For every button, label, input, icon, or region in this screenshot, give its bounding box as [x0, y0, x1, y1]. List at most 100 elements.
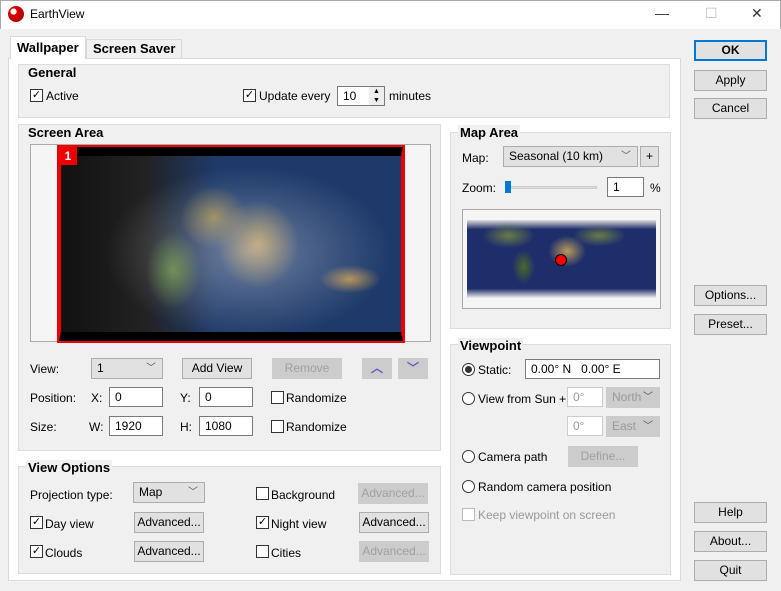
- map-label: Map:: [462, 151, 489, 165]
- keep-viewpoint-checkbox[interactable]: [462, 508, 475, 521]
- night-view-label: Night view: [271, 517, 327, 531]
- clouds-checkbox[interactable]: ✓: [30, 545, 43, 558]
- view-badge: 1: [59, 147, 77, 165]
- day-view-advanced-button[interactable]: Advanced...: [134, 512, 204, 533]
- cancel-button[interactable]: Cancel: [694, 98, 767, 119]
- viewpoint-marker[interactable]: [555, 254, 567, 266]
- define-camera-path-button[interactable]: Define...: [568, 446, 638, 467]
- view-value: 1: [97, 361, 104, 375]
- apply-button[interactable]: Apply: [694, 70, 767, 91]
- cities-checkbox[interactable]: [256, 545, 269, 558]
- projection-type-label: Projection type:: [30, 488, 113, 502]
- options-button[interactable]: Options...: [694, 285, 767, 306]
- chevron-up-icon: ︿: [370, 361, 383, 375]
- active-checkbox[interactable]: ✓: [30, 89, 43, 102]
- night-view-checkbox[interactable]: ✓: [256, 516, 269, 529]
- x-label: X:: [91, 391, 103, 405]
- map-area-title: Map Area: [458, 125, 521, 140]
- view-from-sun-radio[interactable]: [462, 392, 475, 405]
- add-map-button[interactable]: +: [640, 146, 659, 167]
- add-view-button[interactable]: Add View: [182, 358, 252, 379]
- zoom-input[interactable]: 1: [607, 177, 644, 197]
- maximize-button[interactable]: ☐: [705, 5, 718, 22]
- keep-viewpoint-label: Keep viewpoint on screen: [478, 508, 616, 522]
- cities-label: Cities: [271, 546, 302, 560]
- ok-button[interactable]: OK: [694, 40, 767, 61]
- cities-advanced-button[interactable]: Advanced...: [359, 541, 429, 562]
- zoom-unit: %: [650, 181, 661, 195]
- chevron-down-icon: ﹀: [643, 392, 653, 403]
- view-options-title: View Options: [26, 460, 113, 475]
- about-button[interactable]: About...: [694, 531, 767, 552]
- sun-latitude-input[interactable]: 0°: [567, 387, 603, 407]
- remove-view-button[interactable]: Remove: [272, 358, 342, 379]
- view-label: View:: [30, 362, 60, 376]
- day-view-label: Day view: [45, 517, 94, 531]
- clouds-label: Clouds: [45, 546, 83, 560]
- projection-value: Map: [139, 485, 163, 499]
- sun-longitude-input[interactable]: 0°: [567, 416, 603, 436]
- camera-path-radio[interactable]: [462, 450, 475, 463]
- update-every-checkbox[interactable]: ✓: [243, 89, 256, 102]
- position-x-input[interactable]: 0: [109, 387, 163, 407]
- zoom-label: Zoom:: [462, 181, 497, 195]
- screen-area-title: Screen Area: [26, 125, 106, 140]
- map-thumbnail[interactable]: [462, 209, 661, 309]
- chevron-down-icon: ﹀: [146, 363, 156, 374]
- tab-wallpaper[interactable]: Wallpaper: [10, 36, 86, 59]
- window-title: EarthView: [30, 7, 85, 21]
- static-radio[interactable]: [462, 363, 475, 376]
- background-advanced-button[interactable]: Advanced...: [358, 483, 428, 504]
- size-h-input[interactable]: 1080: [199, 416, 253, 436]
- active-label: Active: [46, 89, 79, 103]
- position-y-input[interactable]: 0: [199, 387, 253, 407]
- chevron-down-icon: ﹀: [406, 361, 419, 375]
- sun-longitude-direction: East: [612, 419, 637, 433]
- zoom-slider-thumb[interactable]: [505, 181, 511, 193]
- sun-latitude-direction: North: [612, 390, 642, 404]
- random-camera-radio[interactable]: [462, 480, 475, 493]
- size-w-input[interactable]: 1920: [109, 416, 163, 436]
- randomize-size-checkbox[interactable]: [271, 420, 284, 433]
- view-from-sun-label: View from Sun +: [478, 392, 567, 406]
- general-title: General: [26, 65, 79, 80]
- zoom-slider-track[interactable]: [505, 186, 597, 189]
- static-coordinates-input[interactable]: 0.00° N 0.00° E: [525, 359, 660, 379]
- size-label: Size:: [30, 420, 57, 434]
- minimize-button[interactable]: —: [655, 5, 669, 21]
- day-view-checkbox[interactable]: ✓: [30, 516, 43, 529]
- background-label: Background: [271, 488, 336, 502]
- chevron-down-icon: ﹀: [188, 487, 198, 498]
- map-select[interactable]: Seasonal (10 km) ﹀: [503, 146, 638, 167]
- map-value: Seasonal (10 km): [509, 149, 604, 163]
- move-down-button[interactable]: ﹀: [398, 358, 428, 379]
- position-label: Position:: [30, 391, 77, 405]
- chevron-down-icon: ﹀: [643, 421, 653, 432]
- sun-longitude-direction-select[interactable]: East ﹀: [606, 416, 660, 437]
- quit-button[interactable]: Quit: [694, 560, 767, 581]
- help-button[interactable]: Help: [694, 502, 767, 523]
- tab-screen-saver[interactable]: Screen Saver: [86, 39, 183, 58]
- chevron-down-icon: ﹀: [621, 151, 631, 162]
- randomize-position-label: Randomize: [286, 391, 347, 405]
- clouds-advanced-button[interactable]: Advanced...: [134, 541, 204, 562]
- view-select[interactable]: 1 ﹀: [91, 358, 163, 379]
- static-label: Static:: [478, 363, 512, 377]
- preset-button[interactable]: Preset...: [694, 314, 767, 335]
- move-up-button[interactable]: ︿: [362, 358, 392, 379]
- update-interval-spinner[interactable]: ▲ ▼: [369, 87, 384, 105]
- randomize-size-label: Randomize: [286, 420, 347, 434]
- close-button[interactable]: ✕: [751, 5, 763, 22]
- randomize-position-checkbox[interactable]: [271, 391, 284, 404]
- app-icon: [8, 6, 24, 22]
- night-view-advanced-button[interactable]: Advanced...: [359, 512, 429, 533]
- random-camera-label: Random camera position: [478, 480, 612, 494]
- h-label: H:: [180, 420, 192, 434]
- sun-latitude-direction-select[interactable]: North ﹀: [606, 387, 660, 408]
- camera-path-label: Camera path: [478, 450, 548, 464]
- update-every-label: Update every: [259, 89, 331, 103]
- view-preview-image[interactable]: [57, 145, 405, 343]
- projection-type-select[interactable]: Map ﹀: [133, 482, 205, 503]
- y-label: Y:: [180, 391, 191, 405]
- background-checkbox[interactable]: [256, 487, 269, 500]
